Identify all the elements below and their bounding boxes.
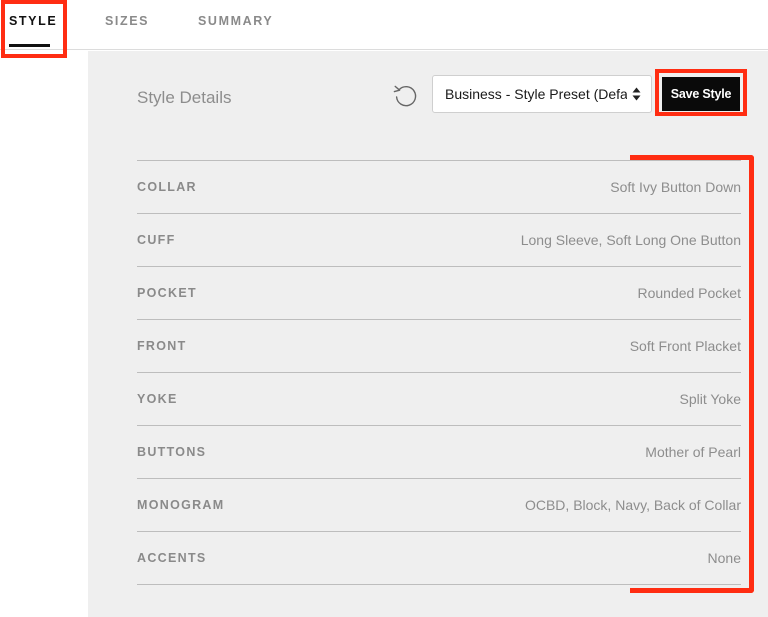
- detail-row-buttons: BUTTONS Mother of Pearl: [137, 426, 741, 479]
- detail-value: None: [707, 550, 741, 566]
- detail-value: OCBD, Block, Navy, Back of Collar: [524, 497, 741, 513]
- detail-value: Rounded Pocket: [637, 285, 741, 301]
- detail-value: Soft Ivy Button Down: [610, 179, 741, 195]
- detail-value: Mother of Pearl: [645, 444, 741, 460]
- detail-label: YOKE: [137, 392, 178, 406]
- detail-row-collar: COLLAR Soft Ivy Button Down: [137, 161, 741, 214]
- active-tab-underline: [9, 44, 50, 47]
- detail-row-accents: ACCENTS None: [137, 532, 741, 585]
- tab-bar: STYLE SIZES SUMMARY: [0, 0, 768, 58]
- tab-sizes[interactable]: SIZES: [105, 14, 149, 34]
- style-preset-value: Business - Style Preset (Default): [445, 86, 627, 102]
- select-arrows-icon: [632, 87, 641, 101]
- tab-summary[interactable]: SUMMARY: [198, 14, 273, 34]
- detail-row-yoke: YOKE Split Yoke: [137, 373, 741, 426]
- style-details-list: COLLAR Soft Ivy Button Down CUFF Long Sl…: [137, 160, 741, 585]
- detail-label: CUFF: [137, 233, 176, 247]
- detail-label: FRONT: [137, 339, 187, 353]
- detail-label: ACCENTS: [137, 551, 207, 565]
- detail-label: MONOGRAM: [137, 498, 225, 512]
- detail-row-front: FRONT Soft Front Placket: [137, 320, 741, 373]
- save-style-button[interactable]: Save Style: [662, 77, 740, 111]
- detail-label: BUTTONS: [137, 445, 207, 459]
- detail-value: Soft Front Placket: [629, 338, 741, 354]
- style-details-panel: Style Details Business - Style Preset (D…: [88, 51, 768, 617]
- detail-label: COLLAR: [137, 180, 197, 194]
- reset-icon[interactable]: [391, 80, 421, 110]
- detail-row-cuff: CUFF Long Sleeve, Soft Long One Button: [137, 214, 741, 267]
- detail-value: Split Yoke: [679, 391, 742, 407]
- panel-title: Style Details: [137, 88, 232, 107]
- tab-style[interactable]: STYLE: [9, 14, 57, 34]
- style-preset-select[interactable]: Business - Style Preset (Default): [432, 75, 652, 113]
- detail-row-monogram: MONOGRAM OCBD, Block, Navy, Back of Coll…: [137, 479, 741, 532]
- detail-value: Long Sleeve, Soft Long One Button: [520, 232, 741, 248]
- page: STYLE SIZES SUMMARY Style Details Busine…: [0, 0, 768, 617]
- detail-label: POCKET: [137, 286, 197, 300]
- detail-row-pocket: POCKET Rounded Pocket: [137, 267, 741, 320]
